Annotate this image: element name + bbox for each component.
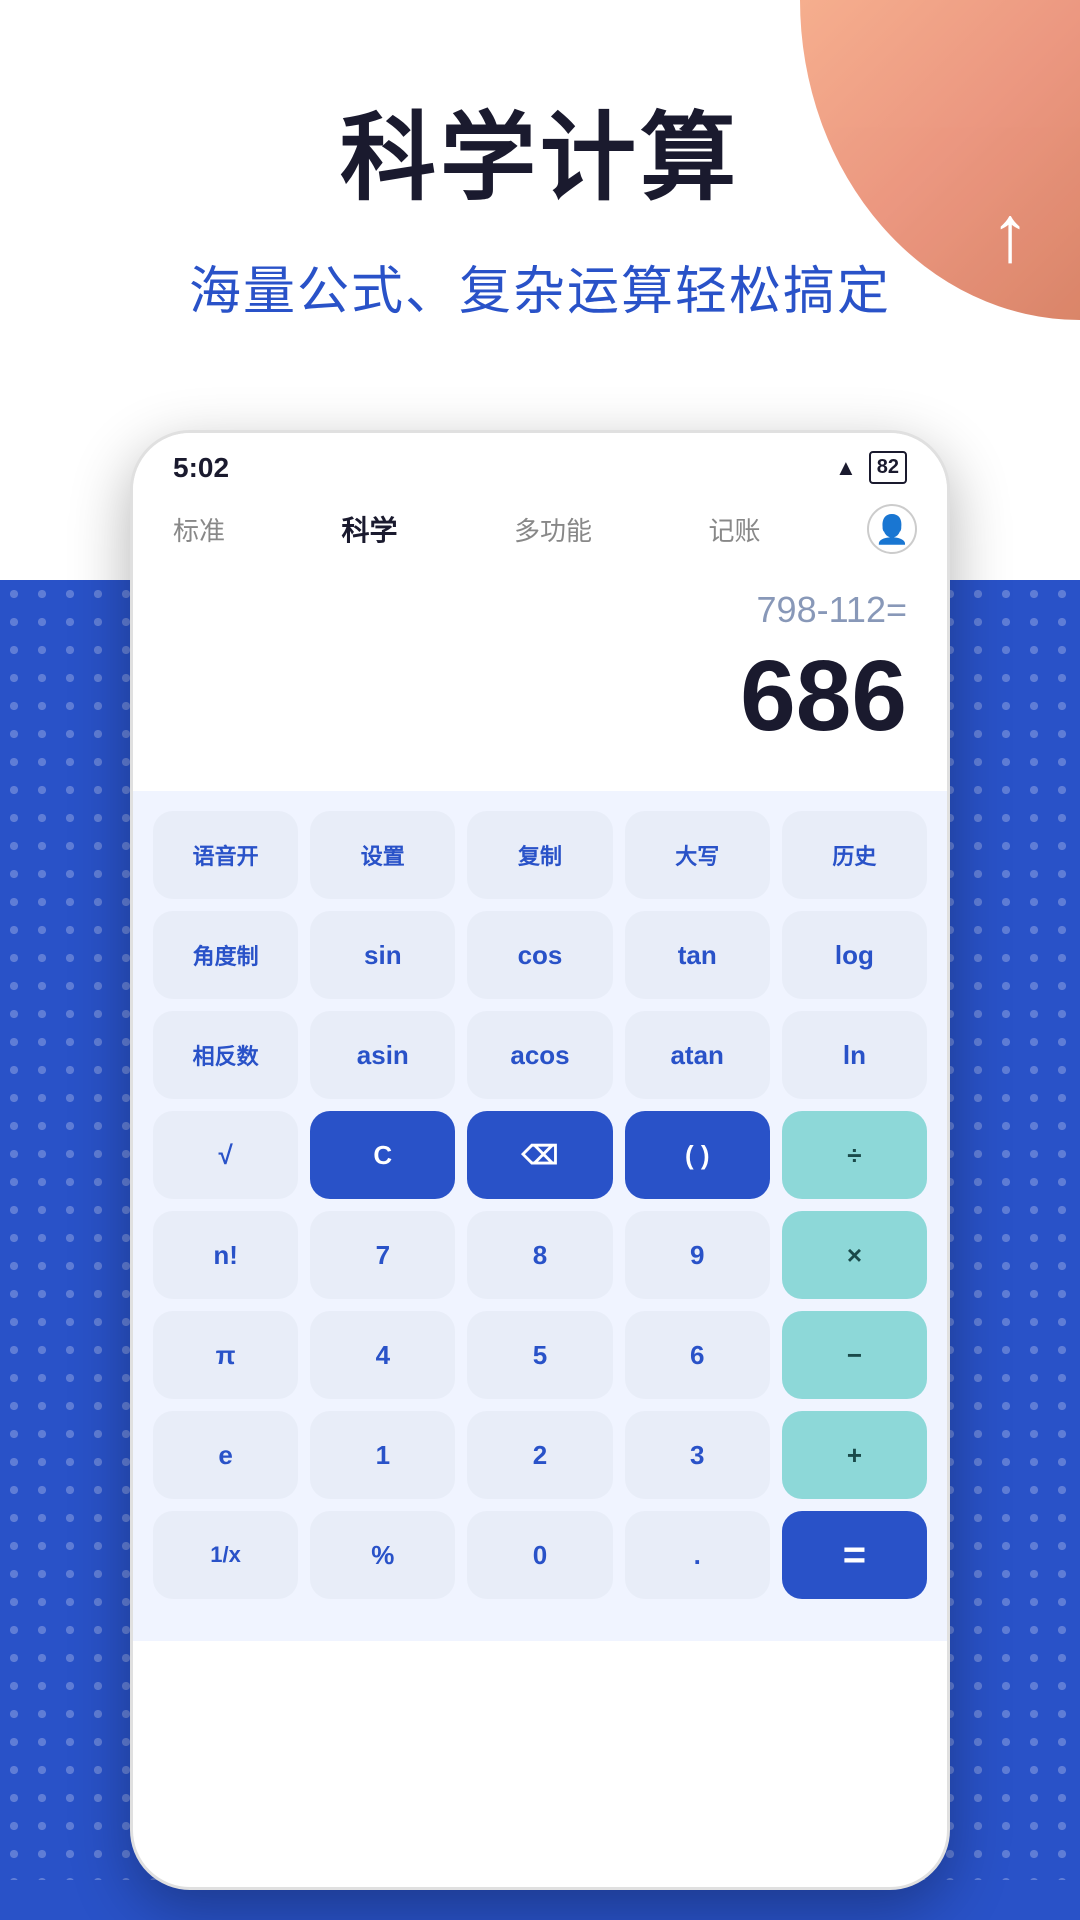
key-asin[interactable]: asin — [310, 1011, 455, 1099]
key-divide[interactable]: ÷ — [782, 1111, 927, 1199]
key-3[interactable]: 3 — [625, 1411, 770, 1499]
page-title: 科学计算 — [0, 80, 1080, 219]
key-acos[interactable]: acos — [467, 1011, 612, 1099]
key-pi[interactable]: π — [153, 1311, 298, 1399]
tab-multifunc[interactable]: 多功能 — [504, 506, 602, 553]
key-row-6: e 1 2 3 + — [153, 1411, 927, 1499]
key-uppercase[interactable]: 大写 — [625, 811, 770, 899]
key-copy[interactable]: 复制 — [467, 811, 612, 899]
key-row-3: √ C ⌫ ( ) ÷ — [153, 1111, 927, 1199]
key-sin[interactable]: sin — [310, 911, 455, 999]
key-reciprocal[interactable]: 1/x — [153, 1511, 298, 1599]
phone-frame: 5:02 ▲ 82 标准 科学 多功能 记账 👤 798-112= 686 语音… — [130, 430, 950, 1890]
profile-button[interactable]: 👤 — [867, 504, 917, 554]
key-2[interactable]: 2 — [467, 1411, 612, 1499]
battery-indicator: 82 — [869, 451, 907, 484]
key-row-2: 相反数 asin acos atan ln — [153, 1011, 927, 1099]
key-row-5: π 4 5 6 − — [153, 1311, 927, 1399]
tab-standard[interactable]: 标准 — [163, 506, 235, 553]
battery-level: 82 — [877, 456, 899, 479]
key-parens[interactable]: ( ) — [625, 1111, 770, 1199]
tab-science[interactable]: 科学 — [332, 504, 408, 554]
key-degrees[interactable]: 角度制 — [153, 911, 298, 999]
display-result: 686 — [173, 641, 907, 751]
key-voice[interactable]: 语音开 — [153, 811, 298, 899]
header: 科学计算 海量公式、复杂运算轻松搞定 — [0, 80, 1080, 324]
key-log[interactable]: log — [782, 911, 927, 999]
key-clear[interactable]: C — [310, 1111, 455, 1199]
key-e[interactable]: e — [153, 1411, 298, 1499]
key-factorial[interactable]: n! — [153, 1211, 298, 1299]
key-row-4: n! 7 8 9 × — [153, 1211, 927, 1299]
keypad: 语音开 设置 复制 大写 历史 角度制 sin cos tan log 相反数 … — [133, 791, 947, 1641]
key-5[interactable]: 5 — [467, 1311, 612, 1399]
key-ln[interactable]: ln — [782, 1011, 927, 1099]
display-area: 798-112= 686 — [133, 569, 947, 791]
key-subtract[interactable]: − — [782, 1311, 927, 1399]
key-row-1: 角度制 sin cos tan log — [153, 911, 927, 999]
status-bar: 5:02 ▲ 82 — [133, 433, 947, 494]
key-0[interactable]: 0 — [467, 1511, 612, 1599]
display-expression: 798-112= — [173, 589, 907, 631]
page-subtitle: 海量公式、复杂运算轻松搞定 — [0, 249, 1080, 324]
tab-bookkeeping[interactable]: 记账 — [699, 506, 771, 553]
key-negate[interactable]: 相反数 — [153, 1011, 298, 1099]
key-row-7: 1/x % 0 . = — [153, 1511, 927, 1599]
key-multiply[interactable]: × — [782, 1211, 927, 1299]
key-1[interactable]: 1 — [310, 1411, 455, 1499]
key-settings[interactable]: 设置 — [310, 811, 455, 899]
key-4[interactable]: 4 — [310, 1311, 455, 1399]
nav-tabs: 标准 科学 多功能 记账 👤 — [133, 494, 947, 569]
wifi-icon: ▲ — [835, 455, 857, 481]
key-sqrt[interactable]: √ — [153, 1111, 298, 1199]
key-8[interactable]: 8 — [467, 1211, 612, 1299]
key-cos[interactable]: cos — [467, 911, 612, 999]
status-icons: ▲ 82 — [835, 451, 907, 484]
key-9[interactable]: 9 — [625, 1211, 770, 1299]
key-equals[interactable]: = — [782, 1511, 927, 1599]
key-backspace[interactable]: ⌫ — [467, 1111, 612, 1199]
key-add[interactable]: + — [782, 1411, 927, 1499]
key-atan[interactable]: atan — [625, 1011, 770, 1099]
key-decimal[interactable]: . — [625, 1511, 770, 1599]
status-time: 5:02 — [173, 452, 229, 484]
key-percent[interactable]: % — [310, 1511, 455, 1599]
key-history[interactable]: 历史 — [782, 811, 927, 899]
key-tan[interactable]: tan — [625, 911, 770, 999]
profile-icon: 👤 — [875, 513, 910, 546]
key-row-0: 语音开 设置 复制 大写 历史 — [153, 811, 927, 899]
key-7[interactable]: 7 — [310, 1211, 455, 1299]
key-6[interactable]: 6 — [625, 1311, 770, 1399]
